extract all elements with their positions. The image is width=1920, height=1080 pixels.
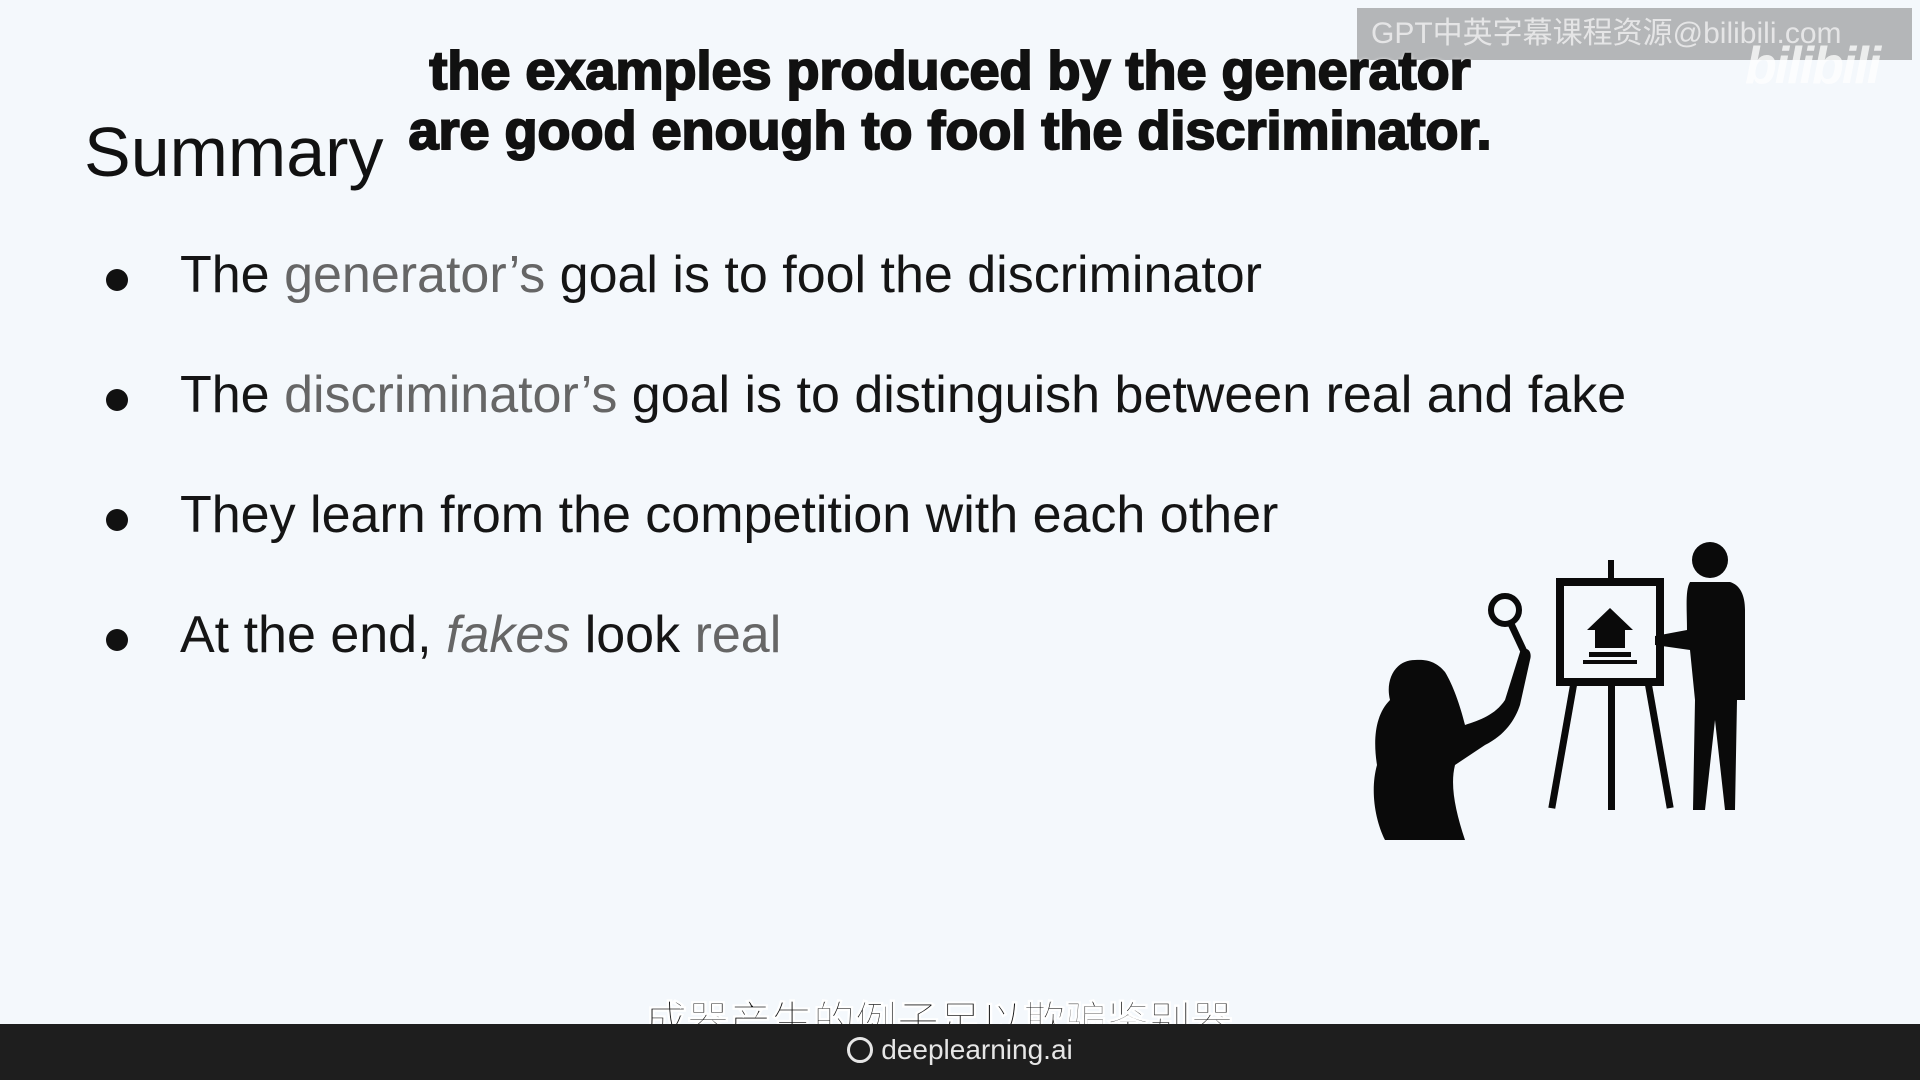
footer-brand-text: deeplearning.ai: [881, 1034, 1073, 1065]
bullet-item: The generator’s goal is to fool the disc…: [100, 235, 1626, 355]
bullet-text-pre: The: [180, 246, 285, 304]
bullet-dot-icon: [106, 389, 128, 411]
footer-brand: deeplearning.ai: [0, 1034, 1920, 1066]
bullet-text-mid: look: [570, 606, 695, 664]
house-painting: [1587, 608, 1633, 648]
painter-head: [1692, 542, 1728, 578]
bullet-text-pre: At the end,: [180, 606, 446, 664]
bullet-highlight: discriminator’s: [284, 366, 618, 424]
bullet-highlight: real: [694, 606, 782, 664]
easel-leg-left: [1548, 684, 1577, 809]
slide: GPT中英字幕课程资源@bilibili.com bilibili Summar…: [0, 0, 1920, 1024]
bullet-italic: fakes: [445, 606, 571, 664]
bullet-dot-icon: [106, 509, 128, 531]
magnifier-handle: [1507, 621, 1529, 657]
bullet-text-post: goal is to distinguish between real and …: [617, 366, 1627, 424]
easel-leg-mid: [1608, 685, 1615, 810]
bullet-text-pre: They learn from the competition with eac…: [180, 486, 1279, 544]
easel-leg-right: [1645, 684, 1674, 809]
bullet-dot-icon: [106, 269, 128, 291]
bullet-dot-icon: [106, 629, 128, 651]
bullet-text-post: goal is to fool the discriminator: [545, 246, 1262, 304]
subtitle-line-1: the examples produced by the generator: [428, 40, 1471, 102]
bullet-item: The discriminator’s goal is to distingui…: [100, 355, 1626, 475]
woman-silhouette: [1373, 648, 1531, 840]
deeplearning-logo-icon: [847, 1037, 874, 1063]
art-critic-illustration-icon: [1373, 542, 1745, 840]
magnifier-lens: [1488, 593, 1522, 627]
painter-body: [1655, 582, 1745, 810]
bullet-text-pre: The: [180, 366, 285, 424]
subtitle-line-2: are good enough to fool the discriminato…: [407, 100, 1492, 162]
bullet-highlight: generator’s: [284, 246, 546, 304]
